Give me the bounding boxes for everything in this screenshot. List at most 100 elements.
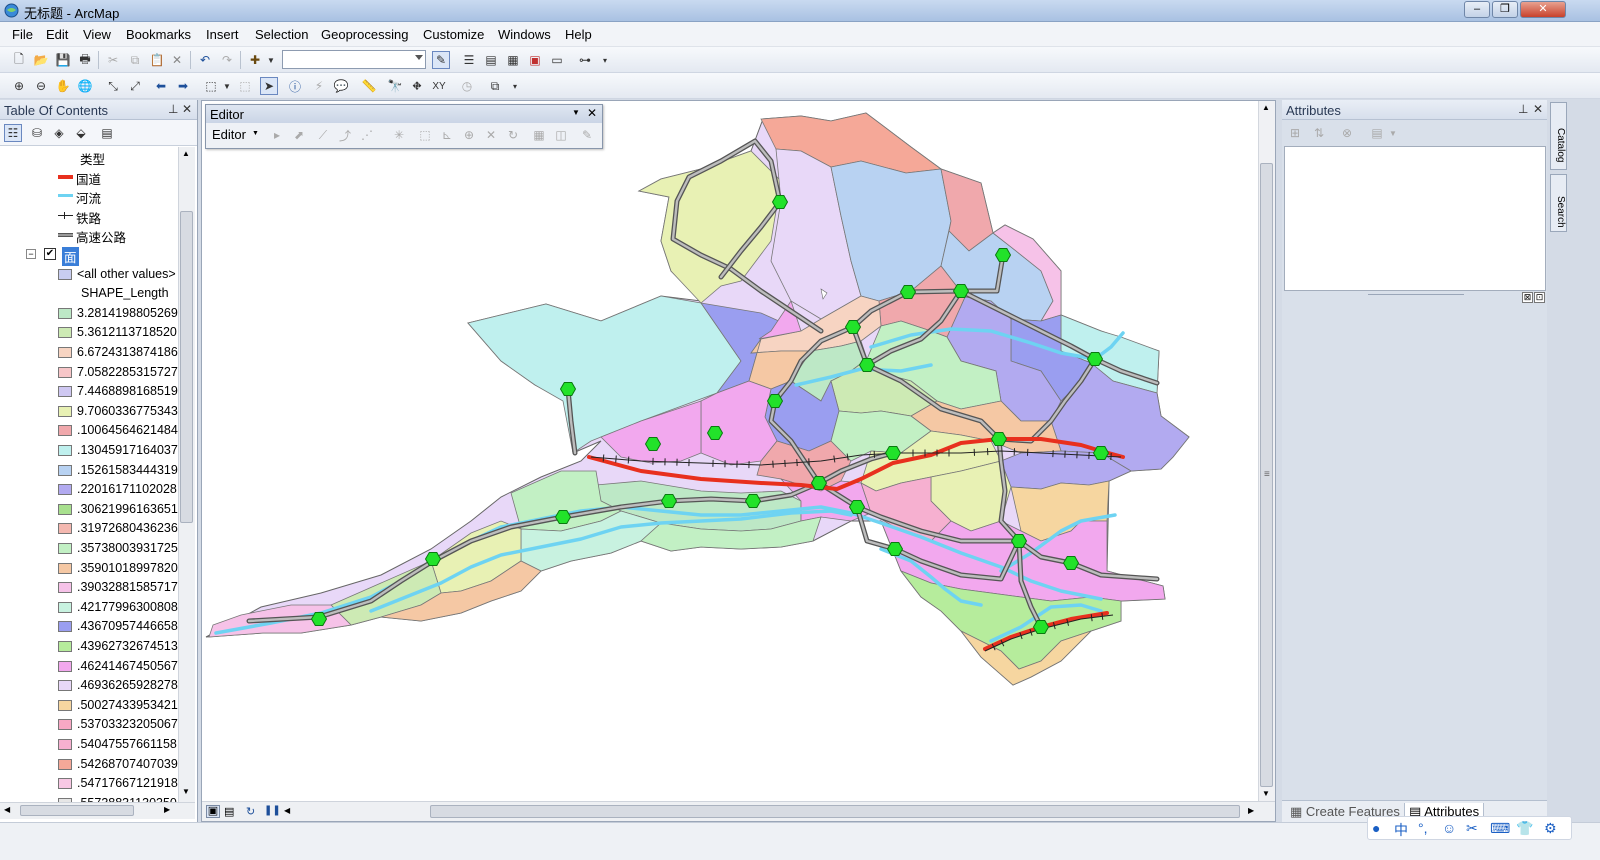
select-dropdown-icon[interactable]: ▼ — [218, 77, 236, 95]
legend-value-item[interactable]: .46241467450567 — [0, 657, 178, 677]
toc-horizontal-scrollbar[interactable]: ◀ ▶ — [0, 802, 195, 819]
ime-skin-icon[interactable]: 👕 — [1516, 820, 1533, 837]
legend-value-item[interactable]: .54717667121918 — [0, 774, 178, 794]
legend-value-item[interactable]: 6.6724313874186 — [0, 343, 178, 363]
menu-customize[interactable]: Customize — [423, 27, 484, 42]
legend-value-item[interactable]: 9.7060336775343 — [0, 402, 178, 422]
scroll-down-icon[interactable]: ▼ — [182, 787, 190, 796]
menu-edit[interactable]: Edit — [46, 27, 68, 42]
create-viewer-window-icon[interactable]: ⧉ — [486, 77, 504, 95]
forward-extent-icon[interactable]: ➡ — [174, 77, 192, 95]
legend-heading[interactable]: 类型 — [0, 147, 178, 167]
sketch-properties-icon[interactable]: ◫ — [552, 126, 570, 144]
html-popup-icon[interactable]: 💬 — [332, 77, 350, 95]
map-scroll-up-icon[interactable]: ▲ — [1262, 103, 1270, 112]
straight-segment-icon[interactable]: ⟋ — [314, 126, 332, 144]
legend-value-item[interactable]: .10064564621484 — [0, 421, 178, 441]
table-of-contents-icon[interactable]: ☰ — [460, 51, 478, 69]
scroll-up-icon[interactable]: ▲ — [182, 149, 190, 158]
legend-line-item[interactable]: 河流 — [0, 186, 178, 206]
search-side-tab[interactable]: Search — [1550, 174, 1567, 232]
legend-value-item[interactable]: .43670957446658 — [0, 617, 178, 637]
map-canvas[interactable] — [202, 101, 1258, 801]
menu-view[interactable]: View — [83, 27, 111, 42]
edit-annotation-icon[interactable]: ⬈ — [290, 126, 308, 144]
legend-line-item[interactable]: 国道 — [0, 167, 178, 187]
find-route-icon[interactable]: ⛖ — [408, 77, 426, 95]
fixed-zoom-out-icon[interactable]: ⤢ — [126, 77, 144, 95]
map-scroll-down-icon[interactable]: ▼ — [1262, 789, 1270, 798]
end-point-arc-icon[interactable]: ⤴ — [336, 126, 354, 144]
edit-vertices-icon[interactable]: ⬚ — [416, 126, 434, 144]
point-tool-icon[interactable]: ✳ — [390, 126, 408, 144]
clear-selection-icon[interactable]: ⬚ — [236, 77, 254, 95]
new-document-icon[interactable]: 🗋 — [10, 51, 28, 69]
legend-field-heading[interactable]: SHAPE_Length — [0, 284, 178, 304]
editor-menu-button[interactable]: Editor — [212, 127, 246, 142]
attr-options-dropdown-icon[interactable]: ▼ — [1384, 124, 1402, 142]
layer-row[interactable]: − ✔ 面 — [0, 245, 178, 266]
collapse-layer-icon[interactable]: − — [26, 249, 36, 259]
identify-icon[interactable]: ⓘ — [286, 77, 304, 95]
map-scroll-left-icon[interactable]: ◀ — [284, 806, 290, 815]
legend-value-item[interactable]: .22016171102028 — [0, 480, 178, 500]
editor-title-bar[interactable]: Editor ▼ ✕ — [206, 105, 602, 123]
toc-close-icon[interactable]: ✕ — [182, 102, 192, 116]
save-icon[interactable]: 💾 — [54, 51, 72, 69]
undo-icon[interactable]: ↶ — [196, 51, 214, 69]
full-extent-globe-icon[interactable]: 🌐 — [76, 77, 94, 95]
menu-help[interactable]: Help — [565, 27, 592, 42]
toc-scroll-thumb[interactable] — [180, 211, 193, 523]
legend-value-item[interactable]: 3.2814198805269 — [0, 304, 178, 324]
scroll-left-icon[interactable]: ◀ — [4, 805, 10, 814]
restore-button[interactable]: ❐ — [1492, 1, 1518, 18]
toc-autohide-pin-icon[interactable]: ⊥ — [168, 102, 178, 116]
arctoolbox-icon[interactable]: ▣ — [526, 51, 544, 69]
reshape-icon[interactable]: ⊾ — [438, 126, 456, 144]
menu-insert[interactable]: Insert — [206, 27, 239, 42]
legend-value-item[interactable]: .13045917164037 — [0, 441, 178, 461]
toolbar-options-icon[interactable]: ▾ — [596, 51, 614, 69]
legend-value-item[interactable]: .55738831130350 — [0, 794, 178, 802]
go-to-xy-icon[interactable]: XY — [430, 77, 448, 95]
split-tool-icon[interactable]: ✕ — [482, 126, 500, 144]
attributes-close-icon[interactable]: ✕ — [1533, 102, 1543, 116]
sort-icon[interactable]: ⇅ — [1310, 124, 1328, 142]
zoom-out-icon[interactable]: ⊖ — [32, 77, 50, 95]
fixed-zoom-in-icon[interactable]: ⤡ — [104, 77, 122, 95]
pan-hand-icon[interactable]: ✋ — [54, 77, 72, 95]
toc-hscroll-thumb[interactable] — [20, 805, 134, 816]
attributes-table-icon[interactable]: ▦ — [530, 126, 548, 144]
list-by-drawing-order-icon[interactable]: ☷ — [4, 124, 22, 142]
find-binoculars-icon[interactable]: 🔭 — [386, 77, 404, 95]
list-by-source-icon[interactable]: ⛁ — [28, 124, 46, 142]
ime-emoji-icon[interactable]: ☺ — [1442, 820, 1456, 836]
toc-options-icon[interactable]: ▤ — [98, 124, 116, 142]
paste-icon[interactable]: 📋 — [148, 51, 166, 69]
modelbuilder-icon[interactable]: ⊶ — [576, 51, 594, 69]
toolbar-options-icon-2[interactable]: ▾ — [506, 77, 524, 95]
ime-punctuation-icon[interactable]: °, — [1418, 820, 1428, 836]
time-slider-icon[interactable]: ◷ — [458, 77, 476, 95]
menu-file[interactable]: File — [12, 27, 33, 42]
legend-other-values[interactable]: <all other values> — [0, 265, 178, 285]
attributes-splitter[interactable] — [1368, 294, 1464, 295]
legend-value-item[interactable]: .42177996300808 — [0, 598, 178, 618]
search-window-icon[interactable]: ▦ — [504, 51, 522, 69]
legend-value-item[interactable]: .35738003931725 — [0, 539, 178, 559]
rotate-icon[interactable]: ↻ — [504, 126, 522, 144]
menu-bookmarks[interactable]: Bookmarks — [126, 27, 191, 42]
legend-value-item[interactable]: .46936265928278 — [0, 676, 178, 696]
legend-value-item[interactable]: .31972680436236 — [0, 519, 178, 539]
catalog-window-icon[interactable]: ▤ — [482, 51, 500, 69]
legend-line-item[interactable]: 铁路 — [0, 206, 178, 226]
toc-vertical-scrollbar[interactable]: ▲ ▼ — [178, 147, 195, 802]
hyperlink-icon[interactable]: ⚡ — [310, 77, 328, 95]
print-icon[interactable]: 🖶 — [76, 51, 94, 69]
refresh-icon[interactable]: ↻ — [246, 805, 255, 818]
legend-value-item[interactable]: 7.4468898168519 — [0, 382, 178, 402]
measure-icon[interactable]: 📏 — [360, 77, 378, 95]
edit-tool-icon[interactable]: ▸ — [268, 126, 286, 144]
ime-settings-icon[interactable]: ⚙ — [1544, 820, 1557, 837]
legend-value-item[interactable]: 7.0582285315727 — [0, 363, 178, 383]
